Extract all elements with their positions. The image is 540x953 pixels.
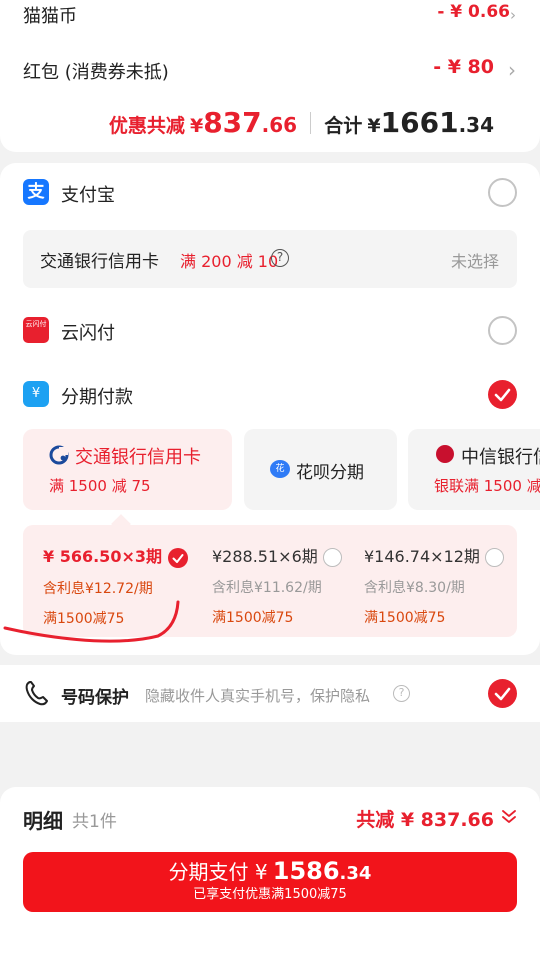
unionpay-icon-text: 云闪付 <box>25 320 47 328</box>
tile-citic-name: 中信银行信 <box>461 447 540 468</box>
phone-protect-radio-checked[interactable] <box>488 679 517 708</box>
unionpay-icon: 云闪付 <box>23 317 49 343</box>
installment-pay-button[interactable]: 分期支付 ¥ 1586.34 已享支付优惠满1500减75 <box>23 852 517 912</box>
cat-coin-value[interactable]: - ¥ 0.66 <box>437 2 510 24</box>
plan-12-radio[interactable] <box>485 548 505 567</box>
unionpay-radio[interactable] <box>488 316 517 345</box>
check-icon <box>172 553 184 563</box>
payment-methods-card: 支 支付宝 交通银行信用卡 满 200 减 10 ? 未选择 云闪付 云闪付 ¥… <box>0 163 540 655</box>
installment-tile-citic[interactable]: 中信银行信 银联满 1500 减 <box>408 429 540 510</box>
pay-subtitle: 已享支付优惠满1500减75 <box>193 887 347 902</box>
discount-amount-int: 837 <box>203 106 262 139</box>
huabei-icon: 花 <box>270 460 290 478</box>
chevron-double-down-icon[interactable] <box>500 807 518 825</box>
total-label: 合计 <box>324 115 363 137</box>
alipay-radio[interactable] <box>488 178 517 207</box>
plan-3-radio-checked[interactable] <box>167 547 188 568</box>
phone-protect-label: 号码保护 <box>61 688 129 708</box>
plan-6-interest: 含利息¥11.62/期 <box>212 580 322 596</box>
installment-tile-bocom[interactable]: 交通银行信用卡 满 1500 减 75 <box>23 429 232 510</box>
installment-label: 分期付款 <box>61 387 133 408</box>
tile-huabei-name: 花呗分期 <box>296 463 364 483</box>
pay-amount-dec: .34 <box>339 863 372 884</box>
plan-3-interest: 含利息¥12.72/期 <box>43 580 153 597</box>
installment-radio-checked[interactable] <box>488 380 517 409</box>
phone-protect-desc: 隐藏收件人真实手机号，保护隐私 <box>145 687 371 705</box>
bank-card-name: 交通银行信用卡 <box>40 252 159 272</box>
redpacket-label: 红包 (消费券未抵) <box>23 62 169 83</box>
bank-card-selector[interactable]: 交通银行信用卡 满 200 减 10 ? 未选择 <box>23 230 517 288</box>
discount-label: 优惠共减 <box>108 115 185 137</box>
plan-12-promo: 满1500减75 <box>364 610 446 626</box>
chevron-right-icon[interactable]: › <box>510 6 516 24</box>
plan-6-price: ¥288.51×6期 <box>212 547 318 566</box>
pay-amount-line: 分期支付 ¥ 1586.34 <box>23 856 517 885</box>
payment-option-installment[interactable]: ¥ 分期付款 <box>0 375 540 415</box>
bank-card-state: 未选择 <box>450 252 499 271</box>
question-icon[interactable]: ? <box>271 249 289 267</box>
cat-coin-label: 猫猫币 <box>23 6 77 24</box>
question-icon[interactable]: ? <box>393 685 410 702</box>
bank-of-communications-icon <box>49 445 69 465</box>
plan-12-interest: 含利息¥8.30/期 <box>364 580 465 596</box>
plan-6-radio[interactable] <box>322 548 342 567</box>
plan-3-price: ¥ 566.50×3期 <box>43 547 162 566</box>
alipay-icon: 支 <box>23 179 49 205</box>
payment-option-unionpay[interactable]: 云闪付 云闪付 <box>0 311 540 351</box>
citic-bank-icon <box>436 445 454 463</box>
alipay-label: 支付宝 <box>61 185 115 206</box>
pay-label: 分期支付 ¥ <box>168 860 268 884</box>
total-currency: ¥ <box>367 115 381 137</box>
installment-tile-huabei[interactable]: 花 花呗分期 <box>244 429 397 510</box>
divider <box>310 112 312 134</box>
installment-icon: ¥ <box>23 381 49 407</box>
unionpay-label: 云闪付 <box>61 323 115 344</box>
chevron-right-icon[interactable]: › <box>508 58 516 82</box>
tile-citic-promo: 银联满 1500 减 <box>434 477 540 495</box>
plan-12-periods[interactable]: ¥146.74×12期 含利息¥8.30/期 满1500减75 <box>364 543 505 627</box>
check-icon <box>494 687 511 701</box>
tile-bocom-name: 交通银行信用卡 <box>75 447 201 468</box>
discount-amount-dec: .66 <box>261 113 298 137</box>
redpacket-value[interactable]: - ¥ 80 <box>433 56 494 78</box>
total-amount-dec: .34 <box>458 113 494 137</box>
order-summary-card: 猫猫币 - ¥ 0.66 › 红包 (消费券未抵) - ¥ 80 › 优惠共减 … <box>0 0 540 152</box>
cat-coin-amount: - ¥ 0.66 <box>437 2 510 22</box>
plan-12-price: ¥146.74×12期 <box>364 547 480 566</box>
annotation-underline <box>3 600 180 643</box>
phone-protection-row[interactable]: 号码保护 隐藏收件人真实手机号，保护隐私 ? <box>0 665 540 722</box>
phone-icon <box>23 679 49 707</box>
plan-6-periods[interactable]: ¥288.51×6期 含利息¥11.62/期 满1500减75 <box>212 543 342 627</box>
payment-option-alipay[interactable]: 支 支付宝 <box>0 173 540 213</box>
total-amount-int: 1661 <box>380 106 459 139</box>
item-count: 共1件 <box>72 812 117 832</box>
discount-currency: ¥ <box>189 115 204 137</box>
check-icon <box>494 388 511 402</box>
tile-bocom-promo: 满 1500 减 75 <box>49 477 151 495</box>
pay-amount-int: 1586 <box>272 857 340 885</box>
detail-label[interactable]: 明细 <box>23 805 63 834</box>
total-reduce[interactable]: 共减 ¥ 837.66 <box>356 805 494 832</box>
plan-6-promo: 满1500减75 <box>212 610 294 626</box>
bank-card-promo: 满 200 减 10 <box>180 252 279 271</box>
checkout-bar: 明细 共1件 共减 ¥ 837.66 分期支付 ¥ 1586.34 已享支付优惠… <box>0 787 540 953</box>
totals-row: 优惠共减 ¥837.66 合计 ¥1661.34 <box>109 106 494 139</box>
